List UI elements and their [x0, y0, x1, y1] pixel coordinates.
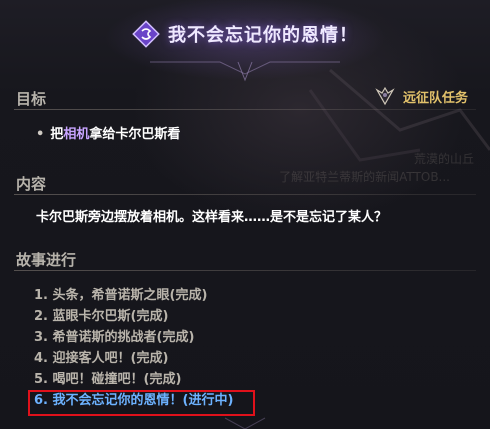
quest-title: 我不会忘记你的恩情！	[168, 25, 358, 46]
expedition-emblem-icon	[375, 86, 395, 106]
quest-description: 卡尔巴斯旁边摆放着相机。这样看来……是不是忘记了某人？	[36, 210, 388, 225]
goal-prefix: 把	[50, 127, 64, 142]
story-step-completed: 4. 迎接客人吧！(完成)	[34, 351, 169, 366]
expedition-label: 远征队任务	[402, 90, 468, 106]
story-step-completed: 3. 希普诺斯的挑战者(完成)	[34, 330, 195, 345]
section-label-goal: 目标	[16, 90, 47, 108]
background-faded-text: 了解亚特兰蒂斯的新闻ATTOB...	[279, 170, 450, 184]
goal-highlight: 相机	[63, 127, 90, 142]
section-label-content: 内容	[16, 175, 47, 193]
divider	[14, 270, 476, 271]
story-step-completed: 5. 喝吧！碰撞吧！(完成)	[34, 372, 182, 387]
story-step-completed: 2. 蓝眼卡尔巴斯(完成)	[34, 309, 169, 324]
divider	[14, 194, 476, 195]
goal-item: • 把相机拿给卡尔巴斯看	[36, 123, 180, 142]
quest-diamond-icon	[132, 20, 160, 48]
story-step-completed: 1. 头条，希普诺斯之眼(完成)	[34, 288, 208, 303]
background-faded-text: 荒漠的山丘	[413, 152, 474, 166]
current-step-annotation-box	[28, 390, 255, 416]
expedition-quest-tag: 远征队任务	[375, 86, 468, 106]
goal-suffix: 拿给卡尔巴斯看	[89, 127, 181, 142]
section-label-story: 故事进行	[16, 251, 77, 269]
bullet: •	[36, 127, 45, 142]
quest-header: 我不会忘记你的恩情！	[0, 14, 490, 54]
divider	[14, 109, 476, 110]
